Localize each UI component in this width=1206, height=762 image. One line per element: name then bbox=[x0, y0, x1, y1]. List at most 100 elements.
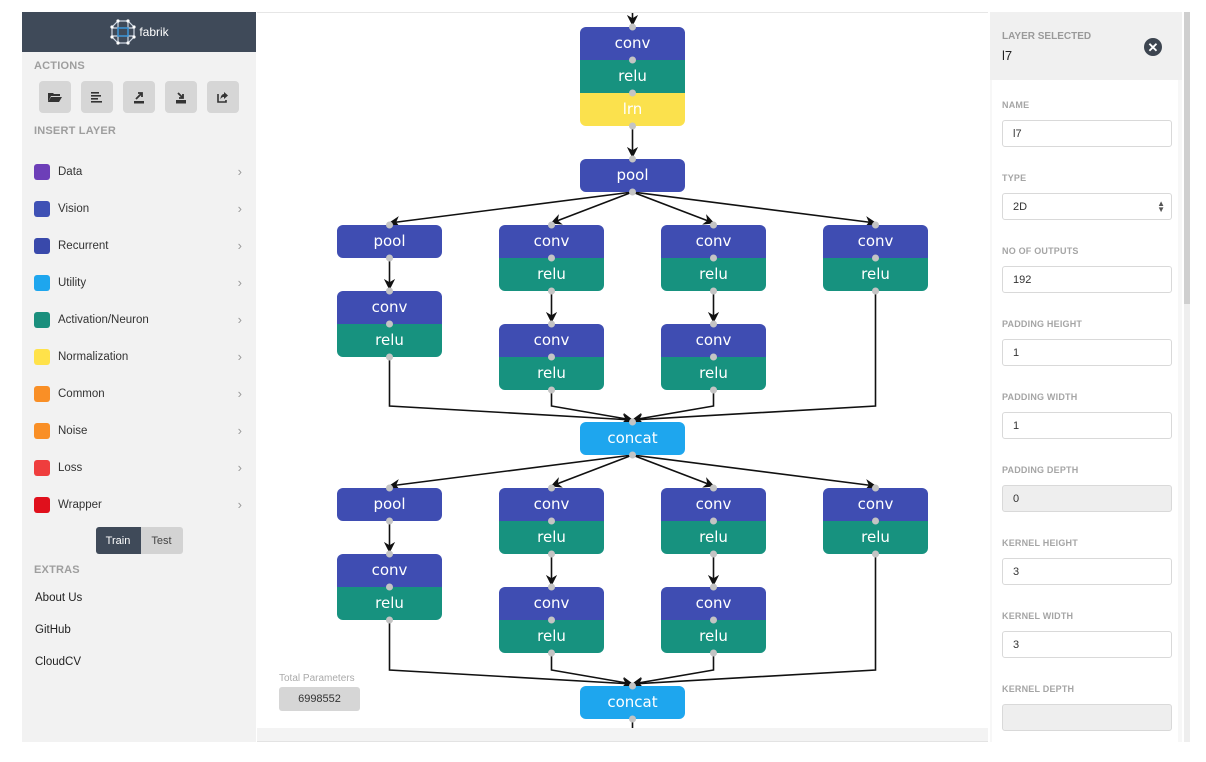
layer-category-vision[interactable]: Vision › bbox=[22, 190, 256, 227]
output-port[interactable] bbox=[386, 353, 393, 361]
output-port[interactable] bbox=[386, 616, 393, 624]
layer-category-data[interactable]: Data › bbox=[22, 153, 256, 190]
input-port[interactable] bbox=[710, 221, 717, 229]
kernel-height-input[interactable]: 3 bbox=[1002, 558, 1172, 585]
list-button[interactable] bbox=[81, 81, 113, 113]
layer-node-conv-relu[interactable]: conv relu bbox=[499, 583, 604, 657]
layer-category-recurrent[interactable]: Recurrent › bbox=[22, 227, 256, 264]
input-port[interactable] bbox=[710, 484, 717, 492]
output-port[interactable] bbox=[548, 649, 555, 657]
input-port[interactable] bbox=[386, 221, 393, 229]
layer-category-wrapper[interactable]: Wrapper › bbox=[22, 486, 256, 523]
layer-node-conv-relu[interactable]: conv relu bbox=[499, 320, 604, 394]
layer-node-conv-relu[interactable]: conv relu bbox=[661, 583, 766, 657]
output-port[interactable] bbox=[710, 287, 717, 295]
github-link[interactable]: GitHub bbox=[22, 614, 256, 646]
padding-width-input[interactable]: 1 bbox=[1002, 412, 1172, 439]
total-parameters-value: 6998552 bbox=[279, 687, 360, 711]
input-port[interactable] bbox=[548, 221, 555, 229]
layer-category-utility[interactable]: Utility › bbox=[22, 264, 256, 301]
input-port[interactable] bbox=[548, 583, 555, 591]
open-button[interactable] bbox=[39, 81, 71, 113]
output-port[interactable] bbox=[629, 122, 636, 130]
test-button[interactable]: Test bbox=[140, 527, 183, 554]
close-panel-button[interactable]: ✕ bbox=[1144, 38, 1162, 56]
layer-node-conv-relu[interactable]: conv relu bbox=[661, 484, 766, 558]
input-port[interactable] bbox=[386, 550, 393, 558]
layer-node-conv-relu[interactable]: conv relu bbox=[661, 221, 766, 295]
select-arrows-icon: ▲ ▼ bbox=[1157, 198, 1165, 214]
layer-category-loss[interactable]: Loss › bbox=[22, 449, 256, 486]
output-port[interactable] bbox=[386, 254, 393, 262]
share-button[interactable] bbox=[207, 81, 239, 113]
node-label: relu bbox=[699, 528, 728, 546]
about-us-link[interactable]: About Us bbox=[22, 582, 256, 614]
type-select[interactable]: 2D ▲ ▼ bbox=[1002, 193, 1172, 220]
chevron-right-icon: › bbox=[237, 349, 242, 364]
layer-node-concat[interactable]: concat bbox=[580, 682, 685, 723]
name-input[interactable]: l7 bbox=[1002, 120, 1172, 147]
input-port[interactable] bbox=[710, 583, 717, 591]
output-port[interactable] bbox=[710, 386, 717, 394]
layer-category-noise[interactable]: Noise › bbox=[22, 412, 256, 449]
kernel-width-input[interactable]: 3 bbox=[1002, 631, 1172, 658]
internal-port bbox=[548, 254, 555, 262]
train-button[interactable]: Train bbox=[95, 527, 141, 554]
output-port[interactable] bbox=[548, 386, 555, 394]
no-of-outputs-input[interactable]: 192 bbox=[1002, 266, 1172, 293]
layer-node-conv-relu[interactable]: conv relu bbox=[337, 287, 442, 361]
padding-height-input[interactable]: 1 bbox=[1002, 339, 1172, 366]
input-port[interactable] bbox=[872, 484, 879, 492]
input-port[interactable] bbox=[386, 484, 393, 492]
layer-category-label: Loss bbox=[58, 461, 83, 474]
output-port[interactable] bbox=[629, 451, 636, 459]
fabrik-logo-icon bbox=[109, 18, 137, 46]
output-port[interactable] bbox=[629, 188, 636, 196]
output-port[interactable] bbox=[548, 550, 555, 558]
network-canvas[interactable]: conv relu lrn pool pool conv relu conv relu conv r… bbox=[257, 12, 988, 740]
import-button[interactable] bbox=[165, 81, 197, 113]
input-port[interactable] bbox=[629, 155, 636, 163]
layer-category-activation-neuron[interactable]: Activation/Neuron › bbox=[22, 301, 256, 338]
layer-node-concat[interactable]: concat bbox=[580, 418, 685, 459]
internal-port bbox=[710, 254, 717, 262]
node-label: conv bbox=[615, 34, 651, 52]
input-port[interactable] bbox=[629, 23, 636, 31]
layer-node-pool[interactable]: pool bbox=[337, 484, 442, 525]
output-port[interactable] bbox=[629, 715, 636, 723]
input-port[interactable] bbox=[548, 484, 555, 492]
input-port[interactable] bbox=[872, 221, 879, 229]
output-port[interactable] bbox=[548, 287, 555, 295]
layer-node-conv-relu[interactable]: conv relu bbox=[823, 484, 928, 558]
layer-category-common[interactable]: Common › bbox=[22, 375, 256, 412]
input-port[interactable] bbox=[710, 320, 717, 328]
output-port[interactable] bbox=[710, 649, 717, 657]
export-button[interactable] bbox=[123, 81, 155, 113]
node-label: conv bbox=[534, 232, 570, 250]
layer-node-pool[interactable]: pool bbox=[580, 155, 685, 196]
cloudcv-link[interactable]: CloudCV bbox=[22, 646, 256, 678]
input-port[interactable] bbox=[548, 320, 555, 328]
output-port[interactable] bbox=[872, 287, 879, 295]
panel-scrollbar-thumb[interactable] bbox=[1184, 12, 1190, 304]
input-port[interactable] bbox=[629, 418, 636, 426]
layer-node-conv-relu[interactable]: conv relu bbox=[499, 221, 604, 295]
layer-node-conv-relu[interactable]: conv relu bbox=[661, 320, 766, 394]
layer-color-swatch bbox=[34, 200, 50, 217]
field-value: 3 bbox=[1013, 638, 1020, 651]
output-port[interactable] bbox=[710, 550, 717, 558]
layer-category-normalization[interactable]: Normalization › bbox=[22, 338, 256, 375]
field-label: PADDING DEPTH bbox=[1002, 465, 1079, 475]
edge-arrow bbox=[632, 191, 877, 228]
layer-node-conv-relu[interactable]: conv relu bbox=[823, 221, 928, 295]
panel-scrollbar-track[interactable] bbox=[1184, 304, 1190, 742]
layer-node-pool[interactable]: pool bbox=[337, 221, 442, 262]
input-port[interactable] bbox=[386, 287, 393, 295]
output-port[interactable] bbox=[872, 550, 879, 558]
layer-node-conv-relu[interactable]: conv relu bbox=[337, 550, 442, 624]
input-port[interactable] bbox=[629, 682, 636, 690]
edge-arrow bbox=[388, 454, 633, 491]
output-port[interactable] bbox=[386, 517, 393, 525]
layer-node-conv-relu-lrn[interactable]: conv relu lrn bbox=[580, 23, 685, 130]
layer-node-conv-relu[interactable]: conv relu bbox=[499, 484, 604, 558]
